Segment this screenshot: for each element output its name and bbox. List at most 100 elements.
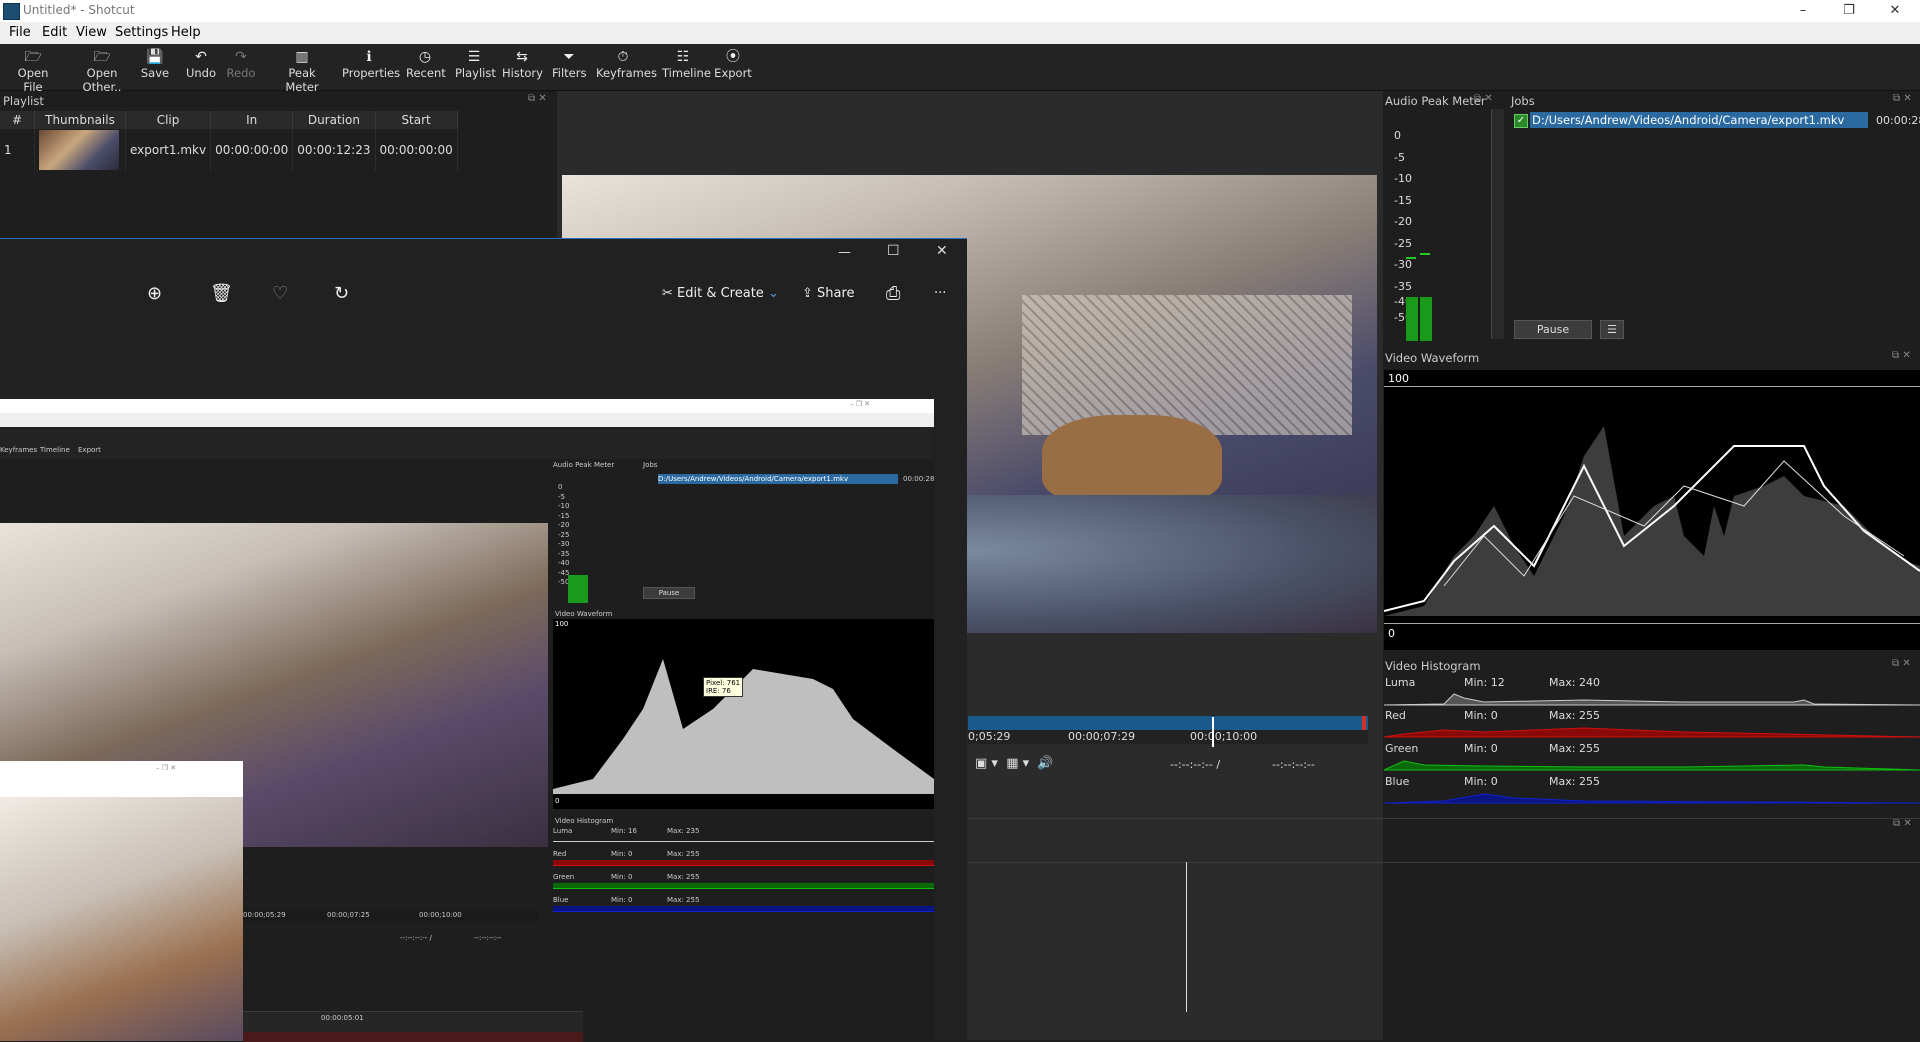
shotcut-app-icon — [3, 3, 20, 20]
photos-minimize-button[interactable]: — — [838, 245, 851, 260]
nested-timeline: Timeline — [40, 446, 70, 454]
main-toolbar: 🗁 Open File 🗁 Open Other.. 💾 Save ↶ Undo ↷ Re… — [0, 44, 1920, 94]
menu-bar: File Edit View Settings Help — [0, 22, 1920, 44]
ruler[interactable]: 0;05:29 00:00;07:29 00:00;10:00 — [968, 730, 1368, 744]
col-start[interactable]: Start — [375, 111, 458, 129]
col-in[interactable]: In — [210, 111, 294, 129]
nested-waveform-trace — [553, 659, 934, 794]
menu-edit[interactable]: Edit — [42, 25, 67, 40]
filters-button[interactable]: ⏷ Filters — [552, 48, 586, 80]
minimize-button[interactable]: – — [1780, 0, 1826, 22]
meter-bar-right — [1420, 297, 1432, 341]
row-start: 00:00:00:00 — [375, 129, 458, 171]
timeline-button[interactable]: ☷ Timeline — [662, 48, 711, 80]
save-button[interactable]: 💾 Save — [140, 48, 170, 80]
timecode-position[interactable]: --:--:--:-- / — [1170, 758, 1220, 771]
ruler-tick: 00:00;10:00 — [1190, 730, 1258, 743]
export-button[interactable]: ⦿ Export — [714, 48, 752, 80]
peak-hold-left — [1406, 257, 1416, 259]
meter-scrollbar[interactable] — [1491, 109, 1504, 339]
nested-titlebar: – ❐ ✕ — [0, 399, 934, 413]
dock-buttons[interactable]: ⧉ ✕ — [1892, 350, 1911, 361]
menu-help[interactable]: Help — [171, 25, 201, 40]
playlist-title: Playlist — [3, 94, 44, 108]
transport-controls[interactable]: ▣ ▾ ▦ ▾ 🔊 — [975, 756, 1054, 771]
scrubber-bar[interactable] — [968, 716, 1368, 731]
nested-screenshot: – ❐ ✕ Keyframes Timeline Export Audio Pe… — [0, 399, 934, 1042]
dock-buttons[interactable]: ⧉ ✕ — [1474, 93, 1493, 104]
export-icon: ⦿ — [726, 49, 740, 65]
undo-button[interactable]: ↶ Undo — [185, 48, 217, 80]
peak-meter-title: Audio Peak Meter — [1385, 94, 1486, 108]
keyframes-button[interactable]: ⏱ Keyframes — [596, 48, 657, 80]
col-clip[interactable]: Clip — [125, 111, 212, 129]
job-checkbox[interactable]: ✓ — [1514, 114, 1528, 128]
dock-buttons[interactable]: ⧉ ✕ — [1892, 658, 1911, 669]
dock-buttons[interactable]: ⧉ ✕ — [1893, 93, 1912, 104]
open-file-button[interactable]: 🗁 Open File — [8, 48, 58, 94]
menu-file[interactable]: File — [9, 25, 31, 40]
nested-peak-title: Audio Peak Meter — [553, 461, 615, 469]
table-row[interactable]: 1 export1.mkv 00:00:00:00 00:00:12:23 00… — [0, 129, 458, 171]
jobs-menu-button[interactable]: ☰ — [1600, 320, 1624, 339]
hist-graph-blue — [1384, 793, 1920, 804]
peak-hold-right — [1420, 253, 1430, 255]
waveform-display[interactable]: 100 0 — [1384, 370, 1920, 650]
favorite-icon[interactable]: ♡ — [272, 283, 288, 304]
row-num: 1 — [0, 129, 35, 171]
waveform-tooltip: Pixel: 761 IRE: 76 — [703, 677, 744, 697]
col-thumbnails[interactable]: Thumbnails — [34, 111, 126, 129]
nested-export: Export — [78, 446, 101, 454]
properties-button[interactable]: ℹ Properties — [342, 48, 400, 80]
timeline-playhead[interactable] — [1186, 862, 1187, 1012]
more-options-button[interactable]: ··· — [934, 286, 946, 301]
folder-plus-icon: 🗁 — [93, 49, 111, 65]
rotate-icon[interactable]: ↻ — [334, 283, 349, 304]
row-clip: export1.mkv — [125, 129, 212, 171]
waveform-trace — [1384, 426, 1920, 616]
peak-meter-button[interactable]: ▥ Peak Meter — [272, 48, 332, 94]
open-other-button[interactable]: 🗁 Open Other.. — [69, 48, 135, 94]
timeline-dock-buttons[interactable]: ⧉ ✕ — [1893, 818, 1912, 829]
nested-timeline: 00:00:05:01 — [243, 1011, 583, 1042]
dock-buttons[interactable]: ⧉ ✕ — [528, 93, 547, 104]
pause-button[interactable]: Pause — [1514, 320, 1592, 339]
nested-jobs-title: Jobs — [643, 461, 658, 469]
info-icon: ℹ — [366, 49, 372, 65]
nested-ruler: 00:00;05:29 00:00;07:25 00:00;10:00 — [243, 911, 538, 921]
delete-icon[interactable]: 🗑 — [210, 283, 233, 304]
hist-graph-red — [1384, 727, 1920, 738]
photos-close-button[interactable]: ✕ — [936, 243, 948, 259]
nested-inner-image — [0, 797, 243, 1041]
video-waveform-panel: Video Waveform ⧉ ✕ 100 0 — [1384, 348, 1920, 650]
redo-button[interactable]: ↷ Redo — [226, 48, 256, 80]
share-button[interactable]: ⇪ Share — [802, 286, 855, 301]
photos-viewer-window: — ☐ ✕ ⊕ 🗑 ♡ ↻ ✂ Edit & Create ⌄ ⇪ Share … — [0, 238, 967, 1042]
audio-peak-meter-panel: Audio Peak Meter ⧉ ✕ 0 -5 -10 -15 -20 -25 -30-… — [1384, 91, 1506, 346]
clip-thumbnail — [39, 130, 119, 170]
col-num[interactable]: # — [0, 111, 35, 129]
print-icon[interactable]: ⎙ — [886, 283, 900, 304]
filter-icon: ⏷ — [563, 49, 575, 65]
playlist-button[interactable]: ☰ Playlist — [455, 48, 496, 80]
playhead[interactable] — [1212, 717, 1214, 747]
menu-settings[interactable]: Settings — [115, 25, 168, 40]
history-button[interactable]: ⇆ History — [502, 48, 543, 80]
nested-histogram: Luma Min: 16 Max: 235 Red Min: 0 Max: 255 Gr… — [553, 827, 934, 917]
row-in: 00:00:00:00 — [210, 129, 294, 171]
menu-view[interactable]: View — [76, 25, 107, 40]
histogram-title: Video Histogram — [1385, 659, 1481, 673]
dog-image — [1042, 415, 1222, 505]
restore-button[interactable]: ❐ — [1826, 0, 1872, 22]
edit-create-button[interactable]: ✂ Edit & Create ⌄ — [662, 286, 779, 301]
photos-maximize-button[interactable]: ☐ — [887, 243, 900, 259]
zoom-in-icon[interactable]: ⊕ — [147, 283, 162, 304]
col-duration[interactable]: Duration — [292, 111, 376, 129]
out-point-marker[interactable] — [1362, 716, 1366, 730]
close-button[interactable]: ✕ — [1872, 0, 1918, 22]
recent-button[interactable]: ◷ Recent — [406, 48, 446, 80]
job-path[interactable]: D:/Users/Andrew/Videos/Android/Camera/ex… — [1530, 112, 1868, 128]
share-icon: ⇪ — [802, 286, 818, 301]
job-time: 00:00:28 — [1876, 114, 1920, 127]
waveform-title: Video Waveform — [1385, 351, 1480, 365]
